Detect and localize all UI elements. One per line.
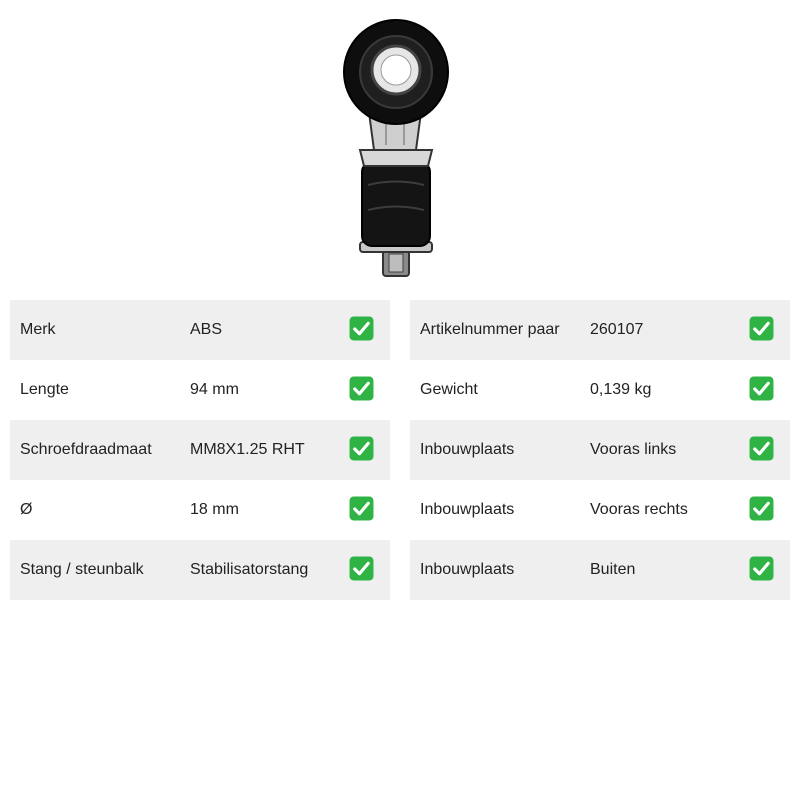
spec-row: Lengte 94 mm [10, 360, 390, 420]
spec-label: Gewicht [420, 381, 478, 398]
spec-label: Inbouwplaats [420, 441, 515, 458]
spec-row: Artikelnummer paar 260107 [410, 300, 790, 360]
spec-row: Stang / steunbalk Stabilisatorstang [10, 540, 390, 600]
check-mark-icon [349, 496, 374, 521]
check-mark-icon [349, 316, 374, 341]
spec-value: Buiten [590, 561, 636, 578]
check-mark-icon [349, 436, 374, 461]
spec-value: 18 mm [190, 501, 239, 518]
check-mark-icon [749, 556, 774, 581]
spec-label: Schroefdraadmaat [20, 441, 152, 458]
spec-row: Inbouwplaats Buiten [410, 540, 790, 600]
check-mark-icon [749, 496, 774, 521]
spec-label: Lengte [20, 381, 69, 398]
stabilizer-link-image [343, 19, 449, 277]
spec-row: Inbouwplaats Vooras links [410, 420, 790, 480]
spec-value: Stabilisatorstang [190, 561, 309, 578]
spec-label: Inbouwplaats [420, 561, 515, 578]
spec-value: MM8X1.25 RHT [190, 441, 305, 458]
spec-label: Inbouwplaats [420, 501, 515, 518]
check-mark-icon [349, 376, 374, 401]
spec-row: Schroefdraadmaat MM8X1.25 RHT [10, 420, 390, 480]
spec-table-right: Artikelnummer paar 260107 Gewicht 0,139 … [410, 300, 790, 600]
spec-value: 94 mm [190, 381, 239, 398]
check-mark-icon [749, 376, 774, 401]
spec-row: Gewicht 0,139 kg [410, 360, 790, 420]
spec-value: 0,139 kg [590, 381, 652, 398]
spec-value: Vooras rechts [590, 501, 688, 518]
check-mark-icon [349, 556, 374, 581]
spec-value: ABS [190, 321, 223, 338]
spec-row: Ø 18 mm [10, 480, 390, 540]
spec-value: Vooras links [590, 441, 677, 458]
spec-label: Merk [20, 321, 56, 338]
check-mark-icon [749, 316, 774, 341]
spec-row: Inbouwplaats Vooras rechts [410, 480, 790, 540]
spec-label: Ø [20, 501, 33, 518]
check-mark-icon [749, 436, 774, 461]
spec-value: 260107 [590, 321, 644, 338]
spec-row: Merk ABS [10, 300, 390, 360]
spec-label: Artikelnummer paar [420, 321, 560, 338]
spec-table-left: Merk ABS Lengte 94 mm Schroefdraadmaat M… [10, 300, 390, 600]
spec-label: Stang / steunbalk [20, 561, 144, 578]
